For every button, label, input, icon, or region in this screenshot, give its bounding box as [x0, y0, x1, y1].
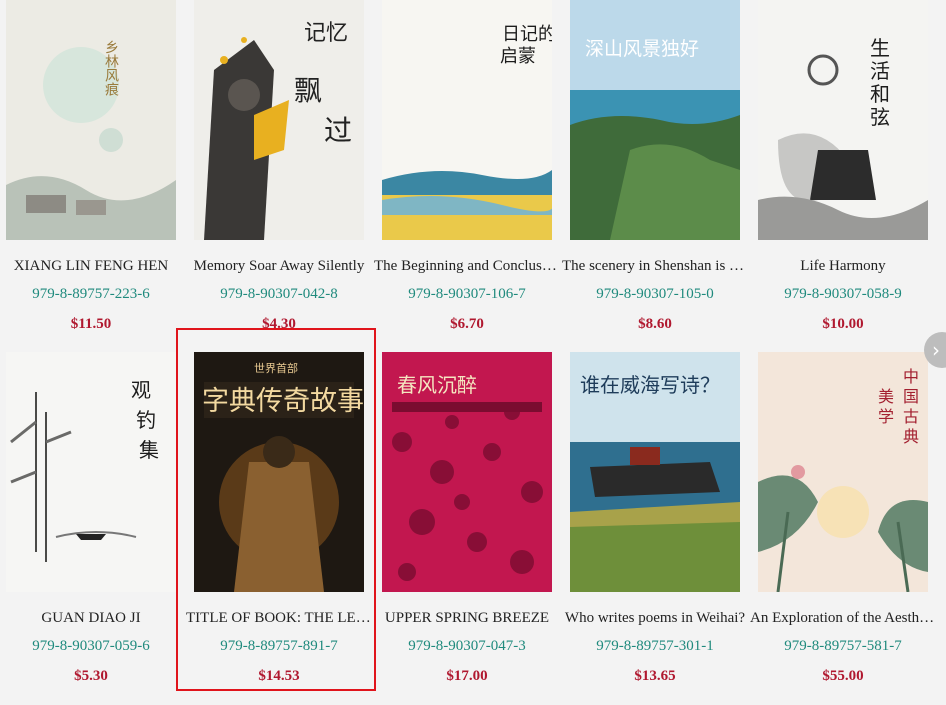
svg-text:启蒙: 启蒙 — [500, 46, 536, 67]
book-title[interactable]: TITLE OF BOOK: THE LEGENDARY STORY — [186, 610, 372, 627]
book-title[interactable]: UPPER SPRING BREEZE — [374, 610, 560, 627]
book-cover[interactable]: 生 活 和 弦 — [758, 0, 928, 240]
svg-text:钓: 钓 — [136, 408, 156, 432]
svg-text:典: 典 — [903, 427, 919, 446]
book-price: $13.65 — [634, 668, 676, 684]
book-price: $11.50 — [70, 316, 112, 332]
svg-text:活: 活 — [870, 59, 890, 83]
book-price: $4.30 — [262, 316, 296, 332]
book-isbn: 979-8-90307-042-8 — [220, 286, 338, 302]
book-cover[interactable]: 观 钓 集 — [6, 352, 176, 592]
book-grid: 乡林风痕 XIANG LIN FENG HEN 979-8-89757-223-… — [0, 0, 946, 705]
svg-text:学: 学 — [878, 407, 894, 426]
book-cover[interactable]: 字典传奇故事 世界首部 — [194, 352, 364, 592]
book-price: $8.60 — [638, 316, 672, 332]
book-isbn: 979-8-90307-105-0 — [596, 286, 714, 302]
book-isbn: 979-8-90307-059-6 — [32, 638, 150, 654]
book-title[interactable]: GUAN DIAO JI — [0, 610, 184, 627]
svg-text:深山风景独好: 深山风景独好 — [585, 38, 699, 60]
book-isbn: 979-8-89757-301-1 — [596, 638, 714, 654]
svg-text:弦: 弦 — [870, 105, 890, 129]
book-title[interactable]: XIANG LIN FENG HEN — [0, 258, 184, 275]
svg-text:飘: 飘 — [294, 74, 322, 107]
book-price: $55.00 — [822, 668, 864, 684]
book-isbn: 979-8-89757-891-7 — [220, 638, 338, 654]
book-cover[interactable]: 春风沉醉 — [382, 352, 552, 592]
book-cover[interactable]: 记忆 飘 过 — [194, 0, 364, 240]
svg-text:字典传奇故事: 字典传奇故事 — [202, 386, 364, 417]
svg-text:日记的: 日记的 — [502, 24, 552, 45]
book-isbn: 979-8-89757-223-6 — [32, 286, 150, 302]
svg-text:国: 国 — [903, 387, 919, 406]
svg-text:观: 观 — [131, 378, 151, 402]
svg-text:美: 美 — [878, 387, 894, 406]
svg-text:乡林风痕: 乡林风痕 — [103, 40, 119, 96]
book-cover[interactable]: 日记的 启蒙 — [382, 0, 552, 240]
svg-text:和: 和 — [870, 82, 890, 106]
svg-text:过: 过 — [324, 114, 352, 147]
book-cover[interactable]: 中 国 古 典 美 学 — [758, 352, 928, 592]
book-cover[interactable]: 深山风景独好 — [570, 0, 740, 240]
svg-text:古: 古 — [903, 407, 919, 426]
book-title[interactable]: Memory Soar Away Silently — [186, 258, 372, 275]
book-price: $14.53 — [258, 668, 300, 684]
book-cover[interactable]: 谁在威海写诗？ — [570, 352, 740, 592]
book-isbn: 979-8-90307-047-3 — [408, 638, 526, 654]
svg-text:谁在威海写诗？: 谁在威海写诗？ — [580, 373, 720, 397]
book-price: $5.30 — [74, 668, 108, 684]
book-title[interactable]: Who writes poems in Weihai? — [562, 610, 748, 627]
svg-text:生: 生 — [870, 36, 890, 60]
book-isbn: 979-8-90307-058-9 — [784, 286, 902, 302]
book-cover[interactable]: 乡林风痕 — [6, 0, 176, 240]
svg-text:中: 中 — [903, 367, 919, 386]
svg-text:春风沉醉: 春风沉醉 — [397, 373, 477, 397]
svg-text:集: 集 — [139, 438, 159, 462]
book-isbn: 979-8-90307-106-7 — [408, 286, 526, 302]
svg-text:记忆: 记忆 — [304, 21, 348, 46]
book-price: $17.00 — [446, 668, 488, 684]
book-price: $6.70 — [450, 316, 484, 332]
book-title[interactable]: The scenery in Shenshan is unique — [562, 258, 748, 275]
book-isbn: 979-8-89757-581-7 — [784, 638, 902, 654]
svg-text:世界首部: 世界首部 — [254, 361, 298, 375]
book-title[interactable]: Life Harmony — [750, 258, 936, 275]
book-title[interactable]: An Exploration of the Aesthetics — [750, 610, 936, 627]
book-price: $10.00 — [822, 316, 864, 332]
book-title[interactable]: The Beginning and Conclusion of the Diar… — [374, 258, 560, 275]
